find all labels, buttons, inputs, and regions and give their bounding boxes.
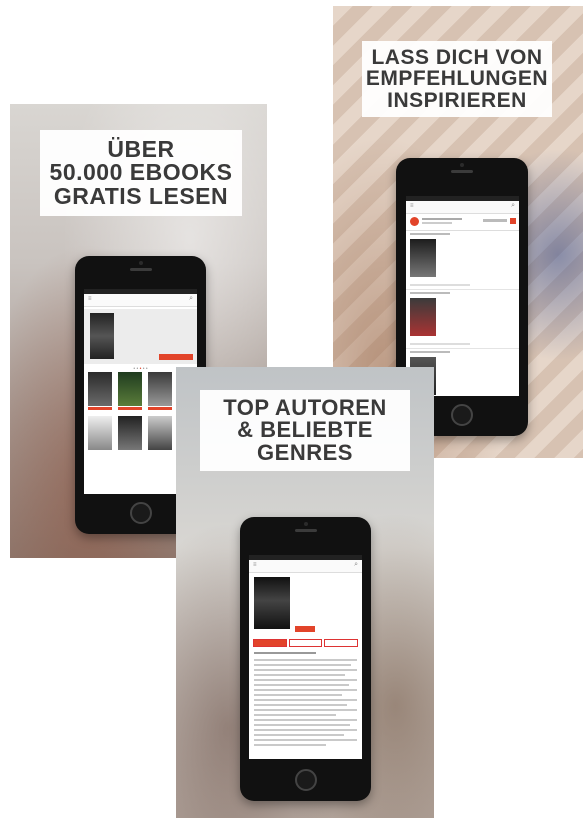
banner-badge bbox=[159, 354, 193, 360]
book-cover bbox=[148, 372, 172, 410]
headline-top-authors: TOP AUTOREN & BELIEBTE GENRES bbox=[200, 390, 410, 472]
speaker-icon bbox=[451, 170, 473, 173]
book-cover bbox=[118, 372, 142, 410]
speaker-icon bbox=[294, 529, 317, 532]
book-cover bbox=[410, 239, 436, 277]
recommendation-item bbox=[406, 231, 519, 290]
headline-line: EMPFEHLUNGEN bbox=[365, 67, 549, 91]
app-bar: ≡ ⌕ bbox=[249, 560, 362, 573]
tab bbox=[324, 639, 359, 647]
book-detail bbox=[249, 573, 362, 639]
app-bar: ≡ ⌕ bbox=[84, 294, 197, 307]
read-button bbox=[295, 626, 315, 632]
menu-icon: ≡ bbox=[88, 296, 92, 302]
featured-banner bbox=[84, 309, 197, 364]
search-icon: ⌕ bbox=[511, 202, 515, 209]
tab bbox=[253, 639, 287, 647]
headline-line: TOP AUTOREN bbox=[223, 395, 387, 420]
menu-icon: ≡ bbox=[410, 203, 414, 209]
checkbox-icon bbox=[510, 218, 516, 224]
menu-icon: ≡ bbox=[253, 562, 257, 568]
book-cover bbox=[148, 416, 172, 450]
headline-line: & BELIEBTE bbox=[237, 417, 373, 443]
book-cover bbox=[118, 416, 142, 450]
detail-tabs bbox=[249, 639, 362, 647]
headline-line: GRATIS LESEN bbox=[53, 182, 229, 209]
headline-line: 50.000 EBOOKS bbox=[49, 159, 233, 186]
avatar bbox=[410, 217, 419, 226]
book-cover bbox=[88, 372, 112, 410]
book-cover bbox=[88, 416, 112, 450]
tab bbox=[288, 639, 323, 647]
headline-free-ebooks: ÜBER 50.000 EBOOKS GRATIS LESEN bbox=[40, 130, 242, 217]
headline-line: INSPIRIEREN bbox=[387, 88, 527, 112]
search-icon: ⌕ bbox=[189, 295, 193, 302]
phone-screen: ≡ ⌕ bbox=[406, 196, 519, 396]
book-cover bbox=[410, 298, 436, 336]
recommendation-header bbox=[406, 214, 519, 231]
home-button-icon bbox=[294, 769, 317, 791]
recommendation-item bbox=[406, 290, 519, 349]
headline-line: GENRES bbox=[257, 439, 353, 465]
phone-screen: ≡ ⌕ bbox=[249, 555, 362, 759]
book-cover bbox=[254, 577, 290, 629]
promo-card-top-authors: TOP AUTOREN & BELIEBTE GENRES ≡ ⌕ bbox=[176, 367, 434, 818]
camera-icon bbox=[303, 522, 308, 526]
headline-line: ÜBER bbox=[107, 136, 175, 162]
camera-icon bbox=[138, 261, 143, 265]
camera-icon bbox=[460, 163, 464, 167]
headline-line: LASS DICH VON bbox=[371, 46, 543, 69]
book-description bbox=[249, 647, 362, 746]
phone-mockup: ≡ ⌕ bbox=[240, 517, 371, 801]
home-button-icon bbox=[129, 502, 152, 524]
app-bar: ≡ ⌕ bbox=[406, 201, 519, 214]
speaker-icon bbox=[129, 268, 152, 271]
headline-recommendations: LASS DICH VON EMPFEHLUNGEN INSPIRIEREN bbox=[362, 41, 552, 118]
featured-cover-image bbox=[90, 313, 114, 359]
home-button-icon bbox=[451, 404, 473, 426]
search-icon: ⌕ bbox=[354, 561, 358, 568]
